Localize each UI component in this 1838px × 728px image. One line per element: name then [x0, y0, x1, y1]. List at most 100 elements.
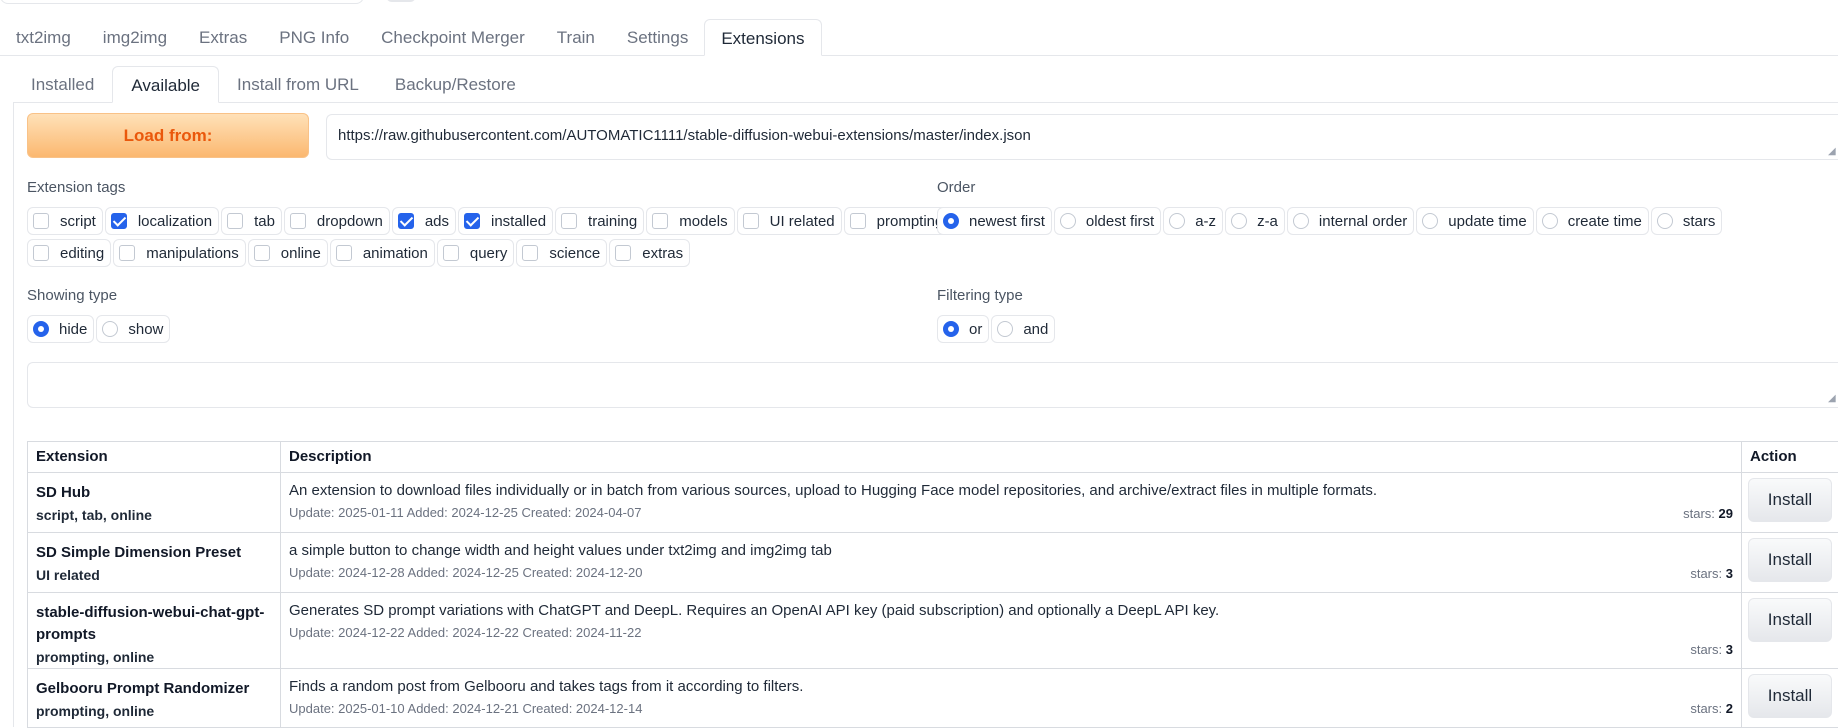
radio-icon[interactable]: [1169, 213, 1185, 229]
tab-extensions[interactable]: Extensions: [704, 19, 821, 56]
description-cell: Generates SD prompt variations with Chat…: [281, 593, 1742, 669]
tag-label: manipulations: [146, 245, 239, 262]
tab-train[interactable]: Train: [541, 19, 611, 55]
checkbox-icon[interactable]: [743, 213, 759, 229]
checkbox-icon[interactable]: [119, 245, 135, 261]
extension-name[interactable]: SD Simple Dimension Preset: [36, 542, 272, 564]
order-newest-first[interactable]: newest first: [937, 207, 1052, 235]
tag-localization[interactable]: localization: [105, 207, 219, 235]
tag-installed[interactable]: installed: [458, 207, 553, 235]
order-create-time[interactable]: create time: [1536, 207, 1649, 235]
tab-extras[interactable]: Extras: [183, 19, 263, 55]
radio-icon[interactable]: [1060, 213, 1076, 229]
tab-png-info[interactable]: PNG Info: [263, 19, 365, 55]
radio-icon[interactable]: [1231, 213, 1247, 229]
search-textarea[interactable]: [27, 362, 1838, 408]
tag-ui-related[interactable]: UI related: [737, 207, 842, 235]
extension-name[interactable]: stable-diffusion-webui-chat-gpt-prompts: [36, 602, 272, 646]
radio-icon[interactable]: [102, 321, 118, 337]
install-button[interactable]: Install: [1748, 598, 1832, 642]
tag-science[interactable]: science: [516, 239, 607, 267]
table-header-row: Extension Description Action: [28, 442, 1838, 473]
description-cell: Finds a random post from Gelbooru and ta…: [281, 669, 1742, 728]
resize-grip-icon[interactable]: ◢: [1828, 393, 1836, 404]
tag-label: training: [588, 213, 637, 230]
checkbox-icon[interactable]: [227, 213, 243, 229]
checkbox-icon[interactable]: [443, 245, 459, 261]
checkbox-icon[interactable]: [615, 245, 631, 261]
extension-name[interactable]: Gelbooru Prompt Randomizer: [36, 678, 272, 700]
tag-ads[interactable]: ads: [392, 207, 456, 235]
tag-prompting[interactable]: prompting: [844, 207, 951, 235]
install-button[interactable]: Install: [1748, 478, 1832, 522]
checkbox-icon[interactable]: [33, 213, 49, 229]
radio-icon[interactable]: [1293, 213, 1309, 229]
checkbox-icon[interactable]: [652, 213, 668, 229]
tag-manipulations[interactable]: manipulations: [113, 239, 246, 267]
install-button[interactable]: Install: [1748, 538, 1832, 582]
checkbox-checked-icon[interactable]: [111, 213, 127, 229]
tag-tab[interactable]: tab: [221, 207, 282, 235]
order-internal-order[interactable]: internal order: [1287, 207, 1414, 235]
tab-settings[interactable]: Settings: [611, 19, 704, 55]
radio-icon[interactable]: [997, 321, 1013, 337]
tab-img2img[interactable]: img2img: [87, 19, 183, 55]
checkbox-icon[interactable]: [290, 213, 306, 229]
tab-txt2img[interactable]: txt2img: [0, 19, 87, 55]
order-oldest-first[interactable]: oldest first: [1054, 207, 1161, 235]
subtab-available[interactable]: Available: [112, 66, 219, 103]
tag-online[interactable]: online: [248, 239, 328, 267]
tag-dropdown[interactable]: dropdown: [284, 207, 390, 235]
checkbox-icon[interactable]: [561, 213, 577, 229]
subtab-backup-restore[interactable]: Backup/Restore: [377, 66, 534, 102]
order-stars[interactable]: stars: [1651, 207, 1723, 235]
order-z-a[interactable]: z-a: [1225, 207, 1285, 235]
checkbox-icon[interactable]: [850, 213, 866, 229]
tab-checkpoint-merger[interactable]: Checkpoint Merger: [365, 19, 541, 55]
load-from-button[interactable]: Load from:: [27, 113, 309, 158]
extension-tags-label: Extension tags: [27, 179, 125, 196]
tag-animation[interactable]: animation: [330, 239, 435, 267]
filtering-and[interactable]: and: [991, 315, 1055, 343]
tag-query[interactable]: query: [437, 239, 515, 267]
subtab-installed[interactable]: Installed: [14, 66, 112, 102]
checkbox-icon[interactable]: [254, 245, 270, 261]
checkbox-checked-icon[interactable]: [464, 213, 480, 229]
extension-stars: stars: 29: [1683, 506, 1733, 521]
checkbox-icon[interactable]: [336, 245, 352, 261]
refresh-button-edge[interactable]: [386, 0, 416, 2]
radio-selected-icon[interactable]: [943, 321, 959, 337]
main-tab-bar: txt2img img2img Extras PNG Info Checkpoi…: [0, 19, 1838, 56]
install-button[interactable]: Install: [1748, 674, 1832, 718]
order-options: newest firstoldest firsta-zz-ainternal o…: [937, 207, 1722, 235]
tag-editing[interactable]: editing: [27, 239, 111, 267]
checkbox-icon[interactable]: [33, 245, 49, 261]
tag-script[interactable]: script: [27, 207, 103, 235]
tag-extras[interactable]: extras: [609, 239, 690, 267]
extensions-sub-tab-bar: Installed Available Install from URL Bac…: [14, 66, 1838, 103]
radio-icon[interactable]: [1542, 213, 1558, 229]
radio-selected-icon[interactable]: [943, 213, 959, 229]
action-cell: Install: [1742, 533, 1838, 593]
extension-name[interactable]: SD Hub: [36, 482, 272, 504]
showing-hide[interactable]: hide: [27, 315, 94, 343]
order-update-time[interactable]: update time: [1416, 207, 1533, 235]
index-url-input[interactable]: https://raw.githubusercontent.com/AUTOMA…: [326, 114, 1838, 160]
radio-icon[interactable]: [1422, 213, 1438, 229]
radio-icon[interactable]: [1657, 213, 1673, 229]
checkbox-checked-icon[interactable]: [398, 213, 414, 229]
radio-selected-icon[interactable]: [33, 321, 49, 337]
subtab-install-from-url[interactable]: Install from URL: [219, 66, 377, 102]
tag-label: online: [281, 245, 321, 262]
filtering-or[interactable]: or: [937, 315, 989, 343]
stars-label: stars:: [1690, 701, 1722, 716]
resize-grip-icon[interactable]: ◢: [1828, 146, 1836, 157]
header-action: Action: [1742, 442, 1838, 473]
tag-training[interactable]: training: [555, 207, 644, 235]
checkbox-icon[interactable]: [522, 245, 538, 261]
extension-cell: SD Simple Dimension PresetUI related: [28, 533, 281, 593]
order-a-z[interactable]: a-z: [1163, 207, 1223, 235]
checkpoint-dropdown-edge[interactable]: [0, 0, 364, 4]
showing-show[interactable]: show: [96, 315, 170, 343]
tag-models[interactable]: models: [646, 207, 734, 235]
